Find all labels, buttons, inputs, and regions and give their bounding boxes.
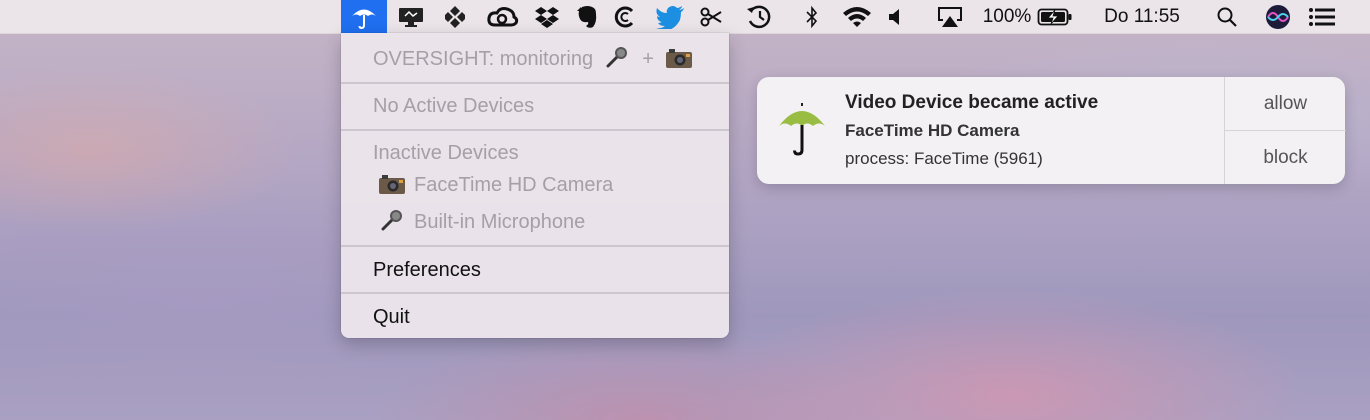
- microphone-icon: [606, 47, 627, 68]
- battery-percent: 100%: [982, 5, 1032, 27]
- dropbox-button[interactable]: [531, 0, 563, 33]
- menu-header-text: OVERSIGHT: monitoring: [373, 48, 594, 70]
- notification-center-button[interactable]: [1305, 0, 1339, 33]
- search-icon: [1217, 7, 1237, 27]
- oversight-dropdown-menu: OVERSIGHT: monitoring + No Active Device…: [341, 33, 729, 338]
- twitter-button[interactable]: [653, 0, 687, 33]
- menu-separator: [341, 82, 729, 84]
- time-machine-icon: [747, 5, 771, 28]
- bluetooth-icon: [806, 5, 818, 28]
- wifi-button[interactable]: [839, 0, 875, 33]
- app-menu-button[interactable]: [441, 0, 469, 33]
- bluetooth-button[interactable]: [800, 0, 824, 33]
- umbrella-icon: [352, 9, 376, 29]
- copyclip-icon: [614, 6, 634, 27]
- dropbox-icon: [535, 6, 559, 28]
- notification-title: Video Device became active: [845, 92, 1099, 113]
- display-menu-button[interactable]: [394, 0, 428, 33]
- scissors-icon: [700, 7, 722, 26]
- wifi-icon: [843, 6, 871, 27]
- siri-icon: [1266, 4, 1290, 29]
- camera-icon: [379, 175, 405, 194]
- menu-separator: [341, 245, 729, 247]
- spotlight-button[interactable]: [1213, 0, 1241, 33]
- time-machine-button[interactable]: [742, 0, 776, 33]
- inactive-device-camera: FaceTime HD Camera: [378, 173, 613, 197]
- volume-button[interactable]: [884, 0, 906, 33]
- dropbox-like-icon: [445, 5, 465, 28]
- device-notification: Video Device became active FaceTime HD C…: [757, 77, 1346, 184]
- preferences-menu-item[interactable]: Preferences: [373, 258, 481, 282]
- creative-cloud-icon: [487, 6, 519, 26]
- screenshot-button[interactable]: [697, 0, 725, 33]
- siri-button[interactable]: [1263, 0, 1293, 33]
- camera-icon: [666, 49, 693, 68]
- monitor-icon: [399, 7, 423, 27]
- quit-menu-item[interactable]: Quit: [373, 305, 410, 329]
- menu-separator: [341, 292, 729, 294]
- copyclip-button[interactable]: [611, 0, 639, 33]
- block-button[interactable]: block: [1225, 131, 1346, 184]
- battery-icon: [1037, 8, 1072, 25]
- microphone-icon: [381, 210, 402, 231]
- menu-separator: [341, 129, 729, 131]
- inactive-device-label: Built-in Microphone: [414, 211, 586, 233]
- umbrella-icon: [779, 103, 825, 156]
- allow-button[interactable]: allow: [1225, 77, 1346, 131]
- menubar-clock[interactable]: Do 11:55: [1096, 0, 1188, 33]
- notification-device: FaceTime HD Camera: [845, 121, 1020, 140]
- airplay-button[interactable]: [933, 0, 967, 33]
- menu-bar: 100% Do 11:55: [0, 0, 1370, 34]
- oversight-menu-button[interactable]: [341, 0, 387, 33]
- inactive-device-label: FaceTime HD Camera: [414, 174, 614, 196]
- volume-icon: [889, 8, 899, 25]
- airplay-icon: [938, 6, 962, 27]
- inactive-devices-header: Inactive Devices: [373, 142, 519, 164]
- notification-center-icon: [1309, 7, 1335, 26]
- evernote-button[interactable]: [573, 0, 601, 33]
- inactive-device-microphone: Built-in Microphone: [378, 208, 585, 234]
- notification-actions: allow block: [1224, 77, 1346, 184]
- creative-cloud-button[interactable]: [485, 0, 521, 33]
- menu-header-plus: +: [642, 48, 654, 70]
- twitter-icon: [656, 5, 684, 29]
- evernote-icon: [577, 5, 597, 28]
- battery-button[interactable]: [1035, 0, 1075, 33]
- no-active-devices-item: No Active Devices: [373, 95, 535, 117]
- menu-header-status: OVERSIGHT: monitoring +: [373, 45, 701, 71]
- notification-process: process: FaceTime (5961): [845, 149, 1043, 168]
